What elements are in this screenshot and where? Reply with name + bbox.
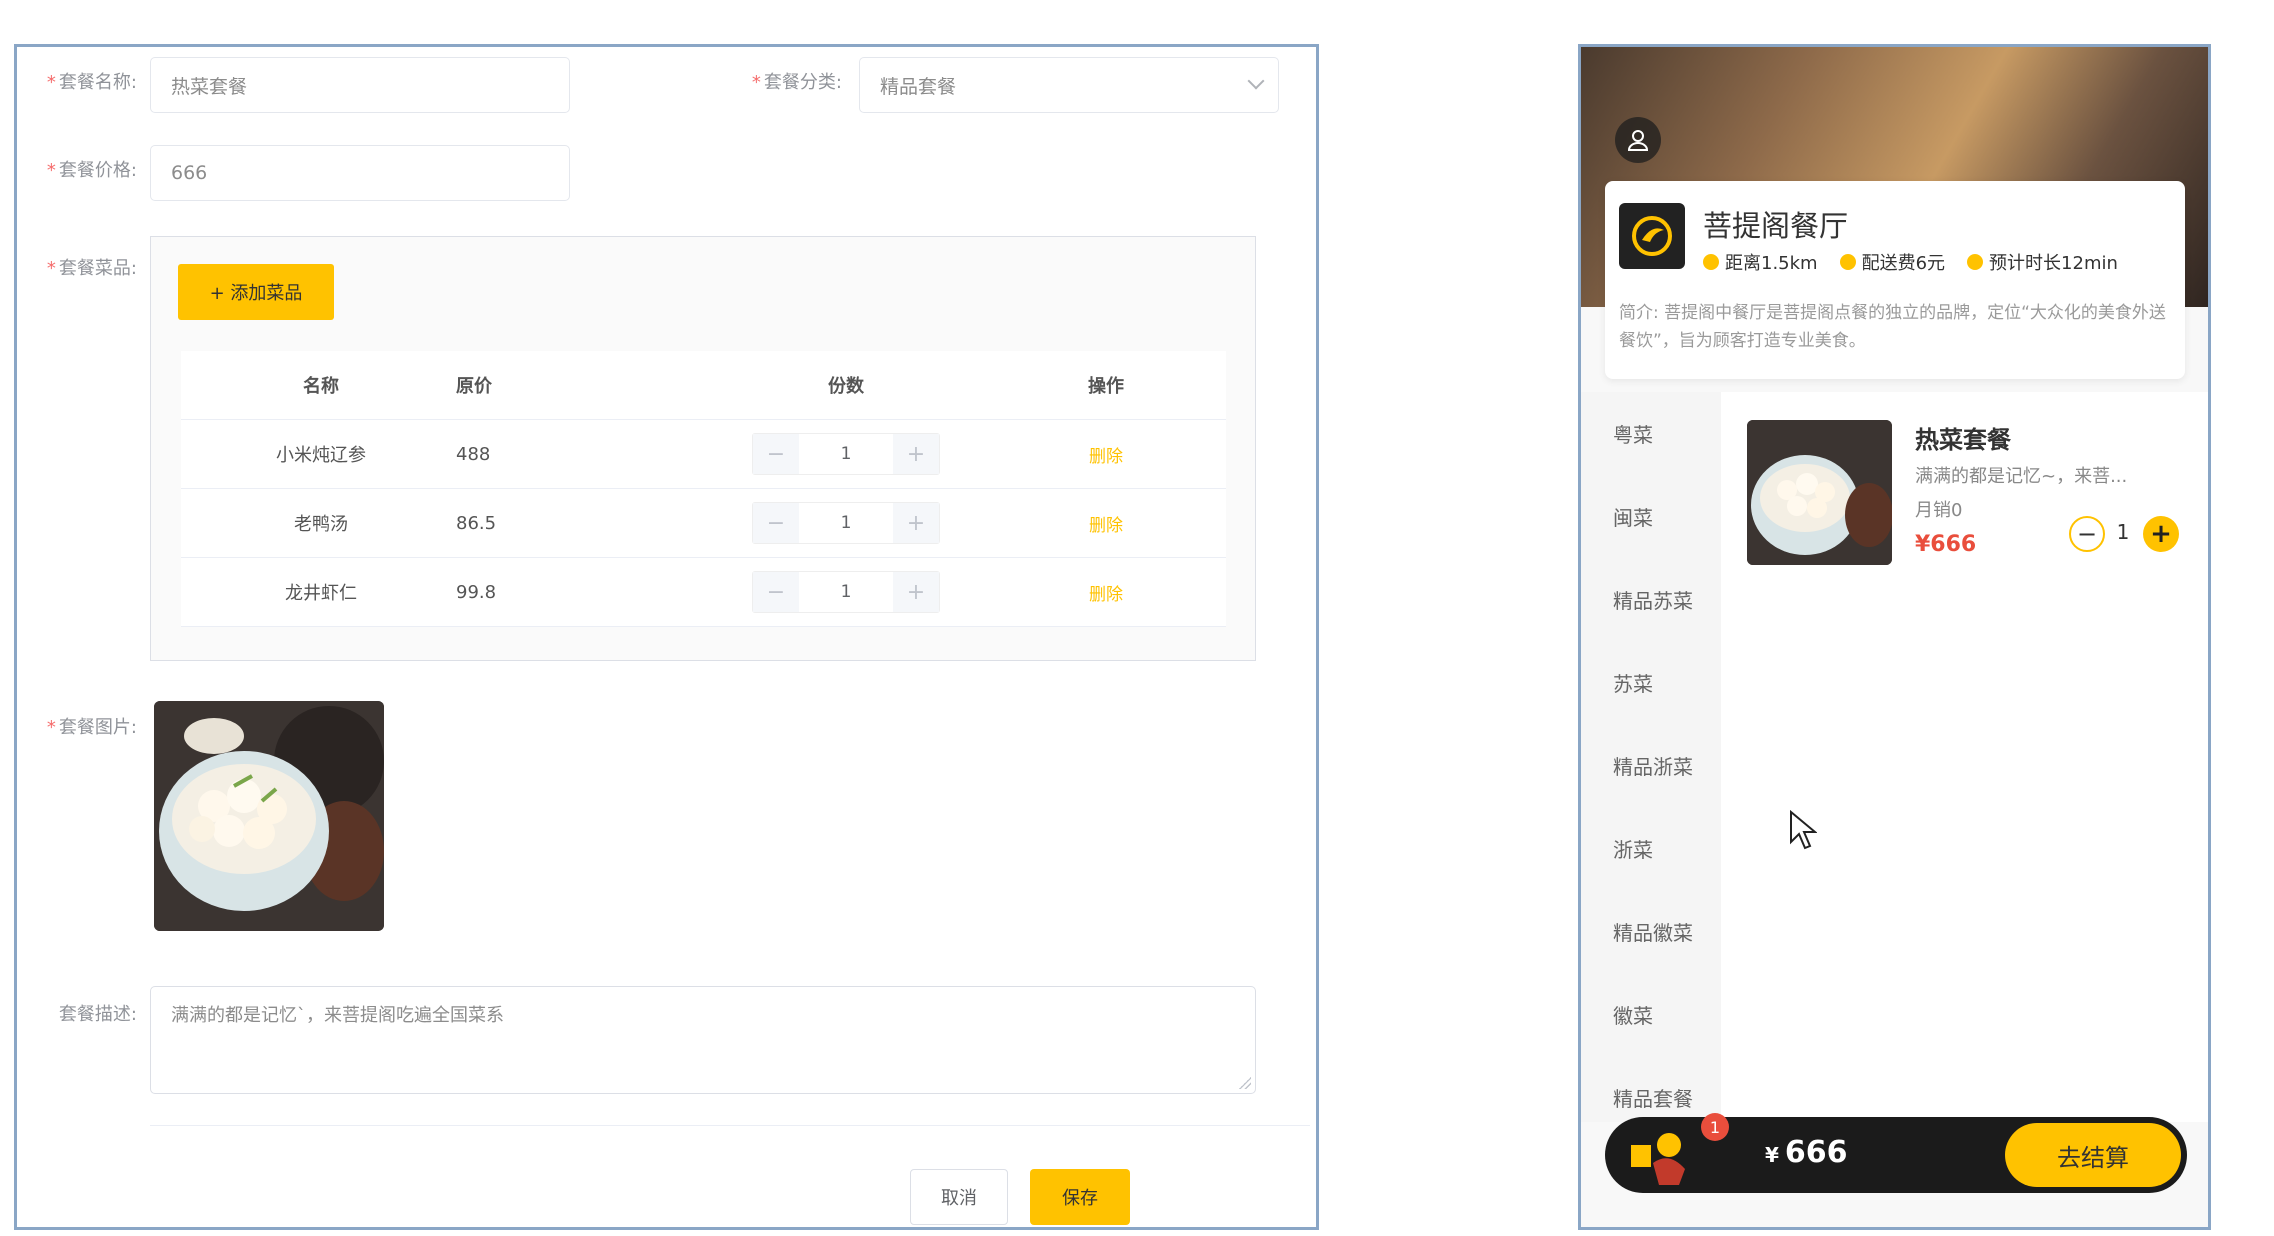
dish-price: ¥666 [1915,532,1977,557]
dish-name: 老鸭汤 [294,514,348,535]
quantity-value[interactable]: 1 [799,513,893,533]
meal-name-label: * 套餐名称: [46,72,137,93]
eta-info: 预计时长12min [1967,249,2118,275]
column-header-action: 操作 [1088,376,1124,397]
column-header-qty: 份数 [828,376,864,397]
dish-price: 488 [456,443,491,465]
decrement-button[interactable]: − [2069,516,2105,552]
dish-title: 热菜套餐 [1915,426,2011,454]
money-bag-icon [1839,254,1856,270]
cart-badge: 1 [1701,1113,1729,1141]
clock-icon [1703,254,1719,270]
action-cell: 删除 [1031,420,1181,488]
meal-price-input[interactable]: 666 [150,145,570,201]
checkout-button[interactable]: 去结算 [2005,1123,2181,1187]
increment-button[interactable]: + [2143,516,2179,552]
resize-handle-icon[interactable] [1239,1077,1251,1089]
qty-cell: − 1 + [751,420,941,488]
category-item[interactable]: 精品徽菜 [1581,890,1721,973]
meal-desc-label: 套餐描述: [58,1004,137,1025]
mobile-preview: 菩提阁餐厅 距离1.5km 配送费6元 预计时长12min 简介: 菩提阁中餐厅… [1578,44,2211,1230]
meal-image-label: * 套餐图片: [46,717,137,738]
meal-dishes-label: * 套餐菜品: [46,258,137,279]
table-row: 龙井虾仁 99.8 − 1 + 删除 [181,558,1226,627]
chevron-down-icon [1247,72,1265,90]
distance-info: 距离1.5km [1703,249,1818,275]
dish-table: 名称 原价 份数 操作 小米炖辽参 488 − 1 + 删除 老鸭汤 86.5 … [181,351,1226,627]
food-photo [154,701,384,931]
increment-button[interactable]: + [893,572,939,612]
meal-image-upload[interactable] [154,701,384,931]
dish-price: 99.8 [456,581,497,603]
category-sidebar: 粤菜 闽菜 精品苏菜 苏菜 精品浙菜 浙菜 精品徽菜 徽菜 精品套餐 [1581,392,1721,1122]
dish-name: 龙井虾仁 [285,583,357,604]
shop-name: 菩提阁餐厅 [1703,209,1849,243]
action-cell: 删除 [1031,489,1181,557]
delete-link[interactable]: 删除 [1089,580,1123,605]
delete-link[interactable]: 删除 [1089,442,1123,467]
dish-thumbnail [1747,420,1892,565]
decrement-button[interactable]: − [753,572,799,612]
column-header-price: 原价 [456,376,492,397]
decrement-button[interactable]: − [753,434,799,474]
cancel-button[interactable]: 取消 [910,1169,1008,1225]
mouse-cursor-icon [1790,810,1817,850]
dish-list: 热菜套餐 满满的都是记忆~，来菩... 月销0 ¥666 − 1 + [1721,392,2208,1122]
meal-category-label: * 套餐分类: [751,72,842,93]
column-header-name: 名称 [303,376,339,397]
category-item[interactable]: 闽菜 [1581,475,1721,558]
meal-category-select[interactable]: 精品套餐 [859,57,1279,113]
dish-selection-box: + 添加菜品 名称 原价 份数 操作 小米炖辽参 488 − 1 + 删除 老鸭… [150,236,1256,661]
table-row: 老鸭汤 86.5 − 1 + 删除 [181,489,1226,558]
quantity-value[interactable]: 1 [799,444,893,464]
category-item[interactable]: 苏菜 [1581,641,1721,724]
dish-sales: 月销0 [1915,500,1963,521]
meal-desc-textarea[interactable]: 满满的都是记忆`，来菩提阁吃遍全国菜系 [150,986,1256,1094]
increment-button[interactable]: + [893,503,939,543]
table-header: 名称 原价 份数 操作 [181,351,1226,420]
quantity-stepper: − 1 + [752,571,940,613]
shop-meta: 距离1.5km 配送费6元 预计时长12min [1703,249,2118,275]
shop-intro: 简介: 菩提阁中餐厅是菩提阁点餐的独立的品牌，定位“大众化的美食外送餐饮”，旨为… [1619,303,2166,351]
quantity-value[interactable]: 1 [799,582,893,602]
action-cell: 删除 [1031,558,1181,626]
user-icon[interactable] [1615,117,1661,163]
increment-button[interactable]: + [893,434,939,474]
cart-total: ¥666 [1765,1135,1848,1170]
dish-quantity: 1 [2116,520,2130,544]
quantity-stepper: − 1 + [752,433,940,475]
delivery-fee-info: 配送费6元 [1839,249,1945,275]
dish-card[interactable]: 热菜套餐 满满的都是记忆~，来菩... 月销0 ¥666 − 1 + [1747,420,2187,570]
meal-price-label: * 套餐价格: [46,160,137,181]
dish-name: 小米炖辽参 [276,445,366,466]
category-item[interactable]: 浙菜 [1581,807,1721,890]
dish-desc: 满满的都是记忆~，来菩... [1915,466,2128,487]
category-item[interactable]: 粤菜 [1581,392,1721,475]
meal-edit-form: * 套餐名称: 热菜套餐 * 套餐分类: 精品套餐 * 套餐价格: 666 * 套餐菜品… [14,44,1319,1230]
delete-link[interactable]: 删除 [1089,511,1123,536]
shop-info-card: 菩提阁餐厅 距离1.5km 配送费6元 预计时长12min 简介: 菩提阁中餐厅… [1605,181,2185,379]
meal-name-input[interactable]: 热菜套餐 [150,57,570,113]
shop-logo [1619,203,1685,269]
divider [150,1125,1310,1126]
cart-icon[interactable] [1623,1123,1693,1189]
qty-cell: − 1 + [751,489,941,557]
save-button[interactable]: 保存 [1030,1169,1130,1225]
quantity-stepper: − 1 + [752,502,940,544]
navigation-icon [1967,254,1984,270]
category-item[interactable]: 精品苏菜 [1581,558,1721,641]
category-item[interactable]: 徽菜 [1581,973,1721,1056]
add-dish-button[interactable]: + 添加菜品 [178,264,334,320]
table-row: 小米炖辽参 488 − 1 + 删除 [181,420,1226,489]
cart-bar: 1 ¥666 去结算 [1605,1113,2187,1193]
dish-price: 86.5 [456,512,497,534]
decrement-button[interactable]: − [753,503,799,543]
category-item[interactable]: 精品浙菜 [1581,724,1721,807]
qty-cell: − 1 + [751,558,941,626]
